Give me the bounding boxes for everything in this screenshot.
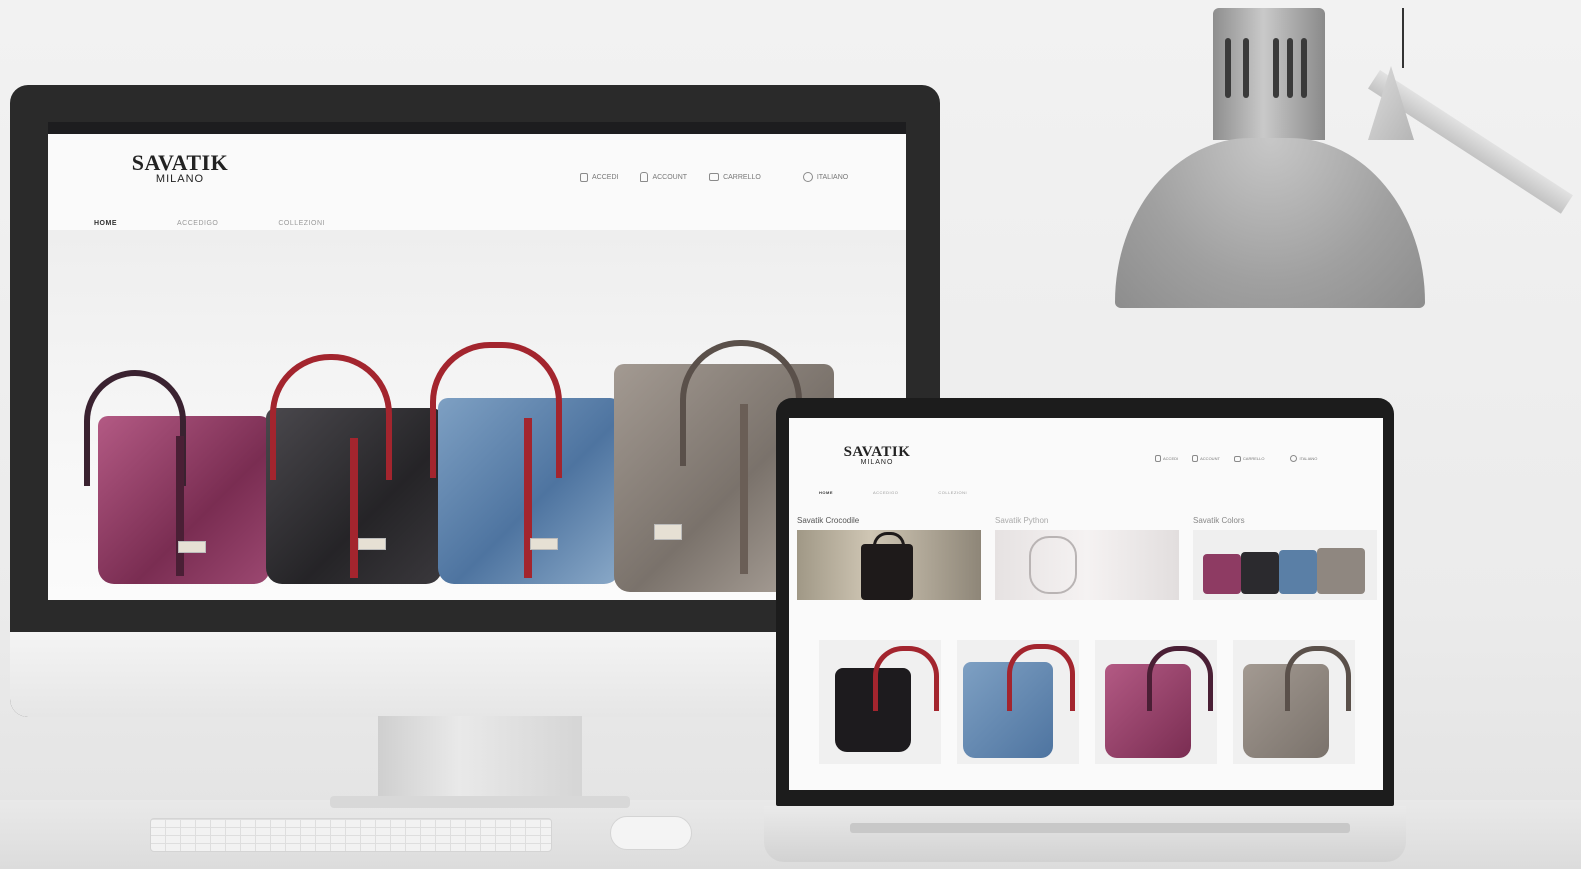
mouse — [610, 816, 692, 850]
laptop-nav-home[interactable]: HOME — [819, 490, 833, 495]
keyboard — [150, 818, 552, 852]
category-image-colors — [1193, 530, 1377, 600]
laptop-base — [764, 806, 1406, 862]
nav-collezioni[interactable]: COLLEZIONI — [278, 220, 325, 227]
product-card-pink[interactable] — [1095, 640, 1217, 764]
lock-icon — [580, 172, 588, 182]
utility-account[interactable]: ACCOUNT — [640, 172, 687, 182]
hero-bag-dark[interactable] — [266, 354, 442, 584]
product-card-blue[interactable] — [957, 640, 1079, 764]
site-header: SAVATIK MILANO ACCEDI ACCOUNT CARRELLO I… — [48, 134, 906, 230]
desktop-monitor-stand — [378, 716, 582, 804]
laptop-website-screen: SAVATIK MILANO ACCEDI ACCOUNT CARRELLO I… — [789, 418, 1383, 790]
category-image-crocodile — [797, 530, 981, 600]
hero-bag-pink[interactable] — [84, 370, 270, 584]
laptop-main-nav: HOME ACCEDIGO COLLEZIONI — [819, 490, 967, 495]
laptop-utility-account[interactable]: ACCOUNT — [1192, 455, 1220, 462]
utility-nav: ACCEDI ACCOUNT CARRELLO ITALIANO — [580, 172, 848, 182]
utility-account-label: ACCOUNT — [652, 173, 688, 181]
main-nav: HOME ACCEDIGO COLLEZIONI — [94, 220, 325, 227]
nav-accedigo[interactable]: ACCEDIGO — [177, 220, 218, 227]
user-icon — [1192, 455, 1199, 462]
globe-icon — [1290, 455, 1298, 462]
category-card-python[interactable]: Savatik Python — [995, 516, 1179, 600]
laptop-utility-accedi-label: ACCEDI — [1163, 456, 1179, 461]
category-card-crocodile[interactable]: Savatik Crocodile — [797, 516, 981, 600]
laptop-utility-language[interactable]: ITALIANO — [1290, 455, 1317, 462]
laptop-site-logo[interactable]: SAVATIK MILANO — [835, 444, 919, 466]
utility-carrello[interactable]: CARRELLO — [709, 173, 761, 181]
laptop-nav-collezioni[interactable]: COLLEZIONI — [938, 490, 967, 495]
laptop-nav-accedigo[interactable]: ACCEDIGO — [873, 490, 898, 495]
category-label: Savatik Python — [995, 516, 1049, 525]
desk-lamp-neck — [1213, 8, 1325, 140]
nav-home[interactable]: HOME — [94, 220, 117, 227]
globe-icon — [802, 172, 813, 182]
category-label: Savatik Colors — [1193, 516, 1245, 525]
cart-icon — [1233, 455, 1241, 462]
category-image-python — [995, 530, 1179, 600]
site-topbar — [48, 122, 906, 134]
utility-language-label: ITALIANO — [816, 173, 849, 181]
laptop-utility-account-label: ACCOUNT — [1200, 456, 1220, 461]
user-icon — [640, 172, 649, 182]
utility-accedi-label: ACCEDI — [592, 173, 619, 181]
product-row — [819, 640, 1355, 764]
desktop-monitor-foot — [330, 796, 630, 808]
category-row: Savatik Crocodile Savatik Python Savatik… — [797, 516, 1377, 600]
hero-bag-blue[interactable] — [430, 342, 620, 584]
laptop-hinge — [850, 823, 1350, 833]
laptop-utility-carrello[interactable]: CARRELLO — [1233, 455, 1265, 462]
utility-language[interactable]: ITALIANO — [802, 172, 849, 182]
category-card-colors[interactable]: Savatik Colors — [1193, 516, 1377, 600]
utility-accedi[interactable]: ACCEDI — [580, 172, 619, 182]
lamp-cable — [1402, 8, 1404, 68]
cart-icon — [709, 173, 720, 181]
product-card-grey[interactable] — [1233, 640, 1355, 764]
utility-carrello-label: CARRELLO — [723, 173, 761, 181]
laptop-utility-language-label: ITALIANO — [1299, 456, 1318, 461]
lock-icon — [1155, 455, 1161, 462]
product-card-black[interactable] — [819, 640, 941, 764]
site-logo[interactable]: SAVATIK MILANO — [120, 150, 240, 185]
laptop-utility-nav: ACCEDI ACCOUNT CARRELLO ITALIANO — [1155, 455, 1317, 462]
laptop-utility-accedi[interactable]: ACCEDI — [1155, 455, 1178, 462]
category-label: Savatik Crocodile — [797, 516, 860, 525]
laptop-utility-carrello-label: CARRELLO — [1242, 456, 1265, 461]
